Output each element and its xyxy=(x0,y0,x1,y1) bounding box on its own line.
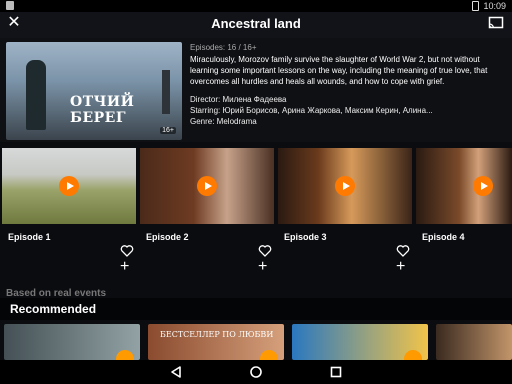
recommended-title: БЕСТСЕЛЛЕР ПО ЛЮБВИ xyxy=(160,330,274,339)
home-circle-icon[interactable] xyxy=(248,364,264,380)
plus-icon[interactable]: + xyxy=(396,259,405,275)
description: Miraculously, Morozov family survive the… xyxy=(190,55,488,86)
play-icon[interactable] xyxy=(260,350,278,360)
back-triangle-icon[interactable] xyxy=(168,364,184,380)
episode-thumbnail[interactable] xyxy=(140,148,274,224)
details-info: Episodes: 16 / 16+ Miraculously, Morozov… xyxy=(190,42,508,127)
play-icon[interactable] xyxy=(197,176,217,196)
episodes-count: Episodes: 16 / 16+ xyxy=(190,43,257,52)
episode-label: Episode 3 xyxy=(284,232,327,242)
genre: Genre: Melodrama xyxy=(190,117,257,126)
poster-title: ОТЧИЙ БЕРЕГ xyxy=(70,94,135,126)
heart-icon[interactable] xyxy=(396,244,410,258)
recommended-card[interactable] xyxy=(4,324,140,360)
recommended-card[interactable] xyxy=(436,324,512,360)
plus-icon[interactable]: + xyxy=(120,259,129,275)
status-right: 10:09 xyxy=(472,0,506,12)
episode-thumbnail[interactable] xyxy=(2,148,136,224)
play-icon[interactable] xyxy=(59,176,79,196)
age-badge: 16+ xyxy=(160,127,176,134)
starring: Starring: Юрий Борисов, Арина Жаркова, М… xyxy=(190,106,433,115)
poster-figure xyxy=(26,60,46,130)
recommended-row: БЕСТСЕЛЛЕР ПО ЛЮБВИ xyxy=(0,324,512,360)
play-icon[interactable] xyxy=(335,176,355,196)
recommended-card[interactable] xyxy=(292,324,428,360)
episode-card[interactable]: Episode 1 xyxy=(2,148,136,242)
status-time: 10:09 xyxy=(483,1,506,11)
recommended-card[interactable]: БЕСТСЕЛЛЕР ПО ЛЮБВИ xyxy=(148,324,284,360)
notification-icon xyxy=(6,1,14,10)
section-title-recommended: Recommended xyxy=(10,302,97,316)
play-icon[interactable] xyxy=(473,176,493,196)
episode-card[interactable]: Episode 3 + xyxy=(278,148,412,275)
recents-square-icon[interactable] xyxy=(328,364,344,380)
status-bar: 10:09 xyxy=(0,0,512,12)
battery-icon xyxy=(472,1,480,11)
episode-card[interactable]: Episode 4 xyxy=(416,148,512,242)
heart-icon[interactable] xyxy=(258,244,272,258)
episodes-row: Episode 1 Episode 2 + Episode 3 + Episod… xyxy=(0,148,512,275)
plus-icon[interactable]: + xyxy=(258,259,267,275)
episode-label: Episode 4 xyxy=(422,232,465,242)
page-title: Ancestral land xyxy=(211,16,301,31)
play-icon[interactable] xyxy=(404,350,422,360)
poster-image[interactable]: ОТЧИЙ БЕРЕГ 16+ xyxy=(6,42,182,140)
play-icon[interactable] xyxy=(116,350,134,360)
episode-thumbnail[interactable] xyxy=(278,148,412,224)
director: Director: Милена Фадеева xyxy=(190,95,287,104)
episode-label: Episode 2 xyxy=(146,232,189,242)
app-bar: ✕ Ancestral land xyxy=(0,12,512,38)
episode-thumbnail[interactable] xyxy=(416,148,512,224)
episode-label: Episode 1 xyxy=(8,232,51,242)
details-section: ОТЧИЙ БЕРЕГ 16+ Episodes: 16 / 16+ Mirac… xyxy=(0,38,512,142)
system-nav-bar xyxy=(0,360,512,384)
heart-icon[interactable] xyxy=(120,244,134,258)
episode-card[interactable]: Episode 2 + xyxy=(140,148,274,275)
cast-icon[interactable] xyxy=(488,16,504,30)
